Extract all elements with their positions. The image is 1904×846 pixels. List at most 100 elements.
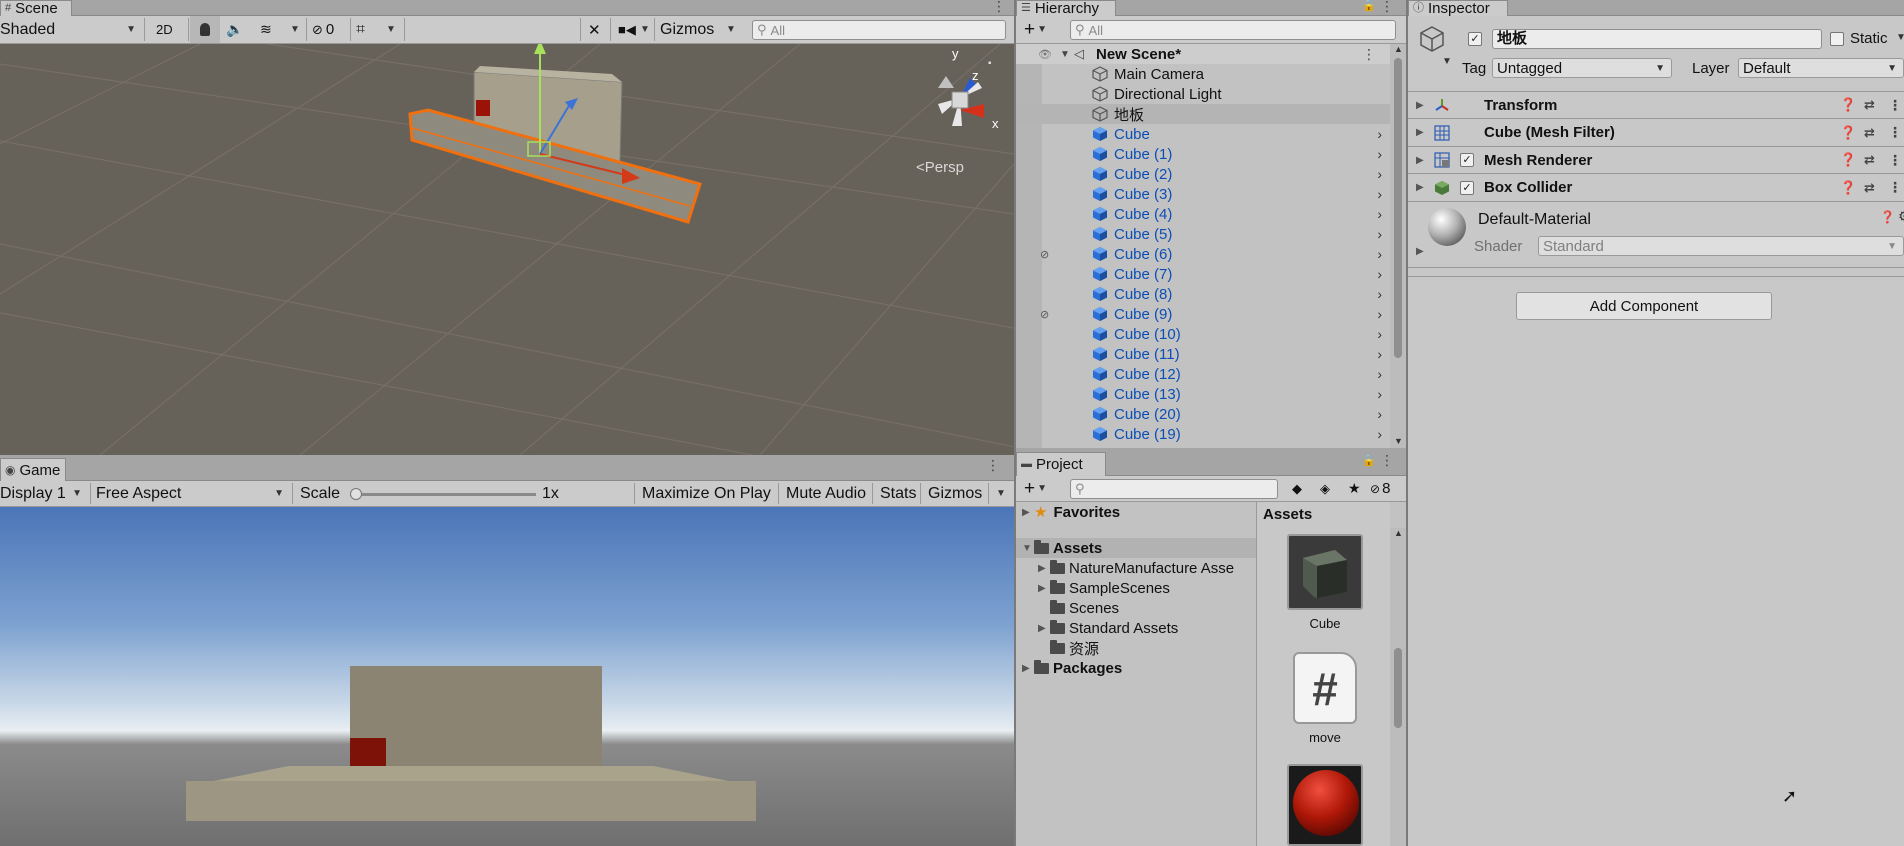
preset-sliders-icon[interactable]: ⇄	[1864, 180, 1875, 196]
hierarchy-item[interactable]: Cube (19) ›	[1016, 424, 1390, 444]
create-add-button[interactable]: + ▼	[1024, 16, 1047, 43]
prefab-open-chevron-icon[interactable]: ›	[1377, 426, 1382, 442]
hierarchy-item[interactable]: Cube (4) ›	[1016, 204, 1390, 224]
hierarchy-scroll-thumb[interactable]	[1394, 58, 1402, 358]
hierarchy-item[interactable]: ⊘ Cube (6) ›	[1016, 244, 1390, 264]
scene-search-input[interactable]: ⚲ All	[752, 20, 1006, 40]
expand-triangle-icon[interactable]: ▶	[1416, 100, 1424, 111]
prefab-open-chevron-icon[interactable]: ›	[1377, 326, 1382, 342]
component-menu-icon[interactable]: ⋮	[1888, 179, 1902, 196]
hierarchy-item[interactable]: Cube (8) ›	[1016, 284, 1390, 304]
project-menu-icon[interactable]: ⋮	[1380, 452, 1394, 469]
tab-project[interactable]: ▬ Project	[1016, 452, 1106, 476]
help-icon[interactable]: ❓	[1880, 210, 1895, 224]
camera-settings-button[interactable]: ■◀	[618, 16, 636, 43]
shading-mode-dropdown[interactable]: Shaded ▼	[0, 16, 140, 43]
scene-menu-icon[interactable]: ⋮	[1362, 46, 1376, 63]
prefab-open-chevron-icon[interactable]: ›	[1377, 286, 1382, 302]
expand-triangle-icon[interactable]: ▶	[1038, 583, 1050, 594]
prefab-open-chevron-icon[interactable]: ›	[1377, 206, 1382, 222]
tab-hierarchy[interactable]: ☰ Hierarchy	[1016, 0, 1116, 16]
hierarchy-item[interactable]: Cube (10) ›	[1016, 324, 1390, 344]
expand-triangle-icon[interactable]: ▶	[1038, 623, 1050, 634]
prefab-open-chevron-icon[interactable]: ›	[1377, 186, 1382, 202]
component-header[interactable]: ▶ Transform ❓ ⇄ ⋮	[1408, 92, 1904, 119]
project-scrollbar[interactable]: ▲	[1390, 528, 1406, 846]
scene-visibility-icon[interactable]: 👁	[1038, 48, 1052, 61]
aspect-dropdown[interactable]: Free Aspect ▼	[96, 481, 288, 506]
active-checkbox[interactable]: ✓	[1468, 32, 1482, 46]
prefab-open-chevron-icon[interactable]: ›	[1377, 226, 1382, 242]
lock-icon[interactable]: 🔒	[1362, 454, 1376, 467]
favorites-row[interactable]: ▶ ★ Favorites	[1022, 502, 1120, 522]
asset-cube[interactable]: Cube	[1287, 534, 1363, 634]
expand-triangle-icon[interactable]: ▼	[1022, 543, 1034, 554]
scene-viewport[interactable]: y z x ▪ <Persp	[0, 44, 1014, 455]
project-folder-item[interactable]: ▶ NatureManufacture Asse	[1038, 558, 1234, 578]
scene-menu-icon[interactable]: ⋮	[992, 0, 1006, 15]
lighting-toggle-button[interactable]	[190, 16, 220, 43]
component-enabled-checkbox[interactable]: ✓	[1460, 153, 1474, 167]
tab-inspector[interactable]: ⓘ Inspector	[1408, 0, 1508, 16]
icon-dropdown[interactable]: ▼	[1442, 56, 1452, 67]
hidden-eye-icon[interactable]: ⊘	[1040, 248, 1049, 261]
material-expand-icon[interactable]: ▶	[1416, 246, 1424, 257]
tab-scene[interactable]: # Scene	[0, 0, 72, 16]
component-header[interactable]: ▶ ✓ Mesh Renderer ❓ ⇄ ⋮	[1408, 147, 1904, 174]
expand-triangle-icon[interactable]: ▼	[1060, 49, 1070, 60]
display-dropdown[interactable]: Display 1 ▼	[0, 481, 86, 506]
shader-dropdown[interactable]: Standard ▼	[1538, 236, 1904, 256]
asset-material-sphere[interactable]	[1287, 764, 1363, 846]
grid-toggle-button[interactable]: ⌗	[356, 16, 365, 43]
component-menu-icon[interactable]: ⋮	[1888, 97, 1902, 114]
project-folder-item[interactable]: Scenes	[1038, 598, 1119, 618]
hierarchy-item[interactable]: Main Camera	[1016, 64, 1390, 84]
preset-sliders-icon[interactable]: ⇄	[1864, 97, 1875, 113]
expand-triangle-icon[interactable]: ▶	[1022, 663, 1034, 674]
hierarchy-item[interactable]: Cube (13) ›	[1016, 384, 1390, 404]
tools-button[interactable]: ✕	[588, 16, 601, 43]
prefab-open-chevron-icon[interactable]: ›	[1377, 406, 1382, 422]
hierarchy-scrollbar[interactable]: ▲ ▼	[1390, 44, 1406, 448]
asset-move-script[interactable]: # move	[1287, 648, 1363, 748]
hierarchy-item[interactable]: Cube ›	[1016, 124, 1390, 144]
scroll-up-icon[interactable]: ▲	[1394, 528, 1403, 538]
scene-root-row[interactable]: 👁 ▼ ◁ New Scene* ⋮	[1016, 44, 1390, 64]
favorites-filter-button[interactable]: ★	[1348, 476, 1361, 501]
hierarchy-item[interactable]: ⊘ Cube (9) ›	[1016, 304, 1390, 324]
object-name-input[interactable]: 地板	[1492, 29, 1822, 49]
project-search-input[interactable]: ⚲	[1070, 479, 1278, 499]
hierarchy-item[interactable]: Directional Light	[1016, 84, 1390, 104]
prefab-open-chevron-icon[interactable]: ›	[1377, 146, 1382, 162]
hierarchy-item[interactable]: Cube (5) ›	[1016, 224, 1390, 244]
preset-sliders-icon[interactable]: ⇄	[1864, 125, 1875, 141]
hierarchy-item[interactable]: Cube (7) ›	[1016, 264, 1390, 284]
project-folder-item[interactable]: 资源	[1038, 638, 1099, 658]
orientation-gizmo[interactable]: y z x ▪	[912, 46, 1008, 144]
add-component-button[interactable]: Add Component	[1516, 292, 1772, 320]
audio-toggle-button[interactable]: 🔈	[226, 16, 243, 43]
expand-triangle-icon[interactable]: ▶	[1022, 507, 1034, 518]
expand-triangle-icon[interactable]: ▶	[1416, 155, 1424, 166]
project-add-button[interactable]: + ▼	[1024, 476, 1047, 501]
component-enabled-checkbox[interactable]: ✓	[1460, 180, 1474, 195]
component-menu-icon[interactable]: ⋮	[1888, 152, 1902, 169]
component-menu-icon[interactable]: ⋮	[1888, 124, 1902, 141]
hierarchy-item[interactable]: 地板	[1016, 104, 1390, 124]
grid-dropdown[interactable]: ▼	[386, 16, 396, 43]
help-icon[interactable]: ❓	[1840, 180, 1856, 196]
component-header[interactable]: ▶ ✓ Box Collider ❓ ⇄ ⋮	[1408, 174, 1904, 202]
lock-icon[interactable]: 🔒	[1362, 0, 1376, 12]
prefab-open-chevron-icon[interactable]: ›	[1377, 306, 1382, 322]
maximize-on-play-button[interactable]: Maximize On Play	[642, 481, 771, 506]
effects-toggle-button[interactable]: ≋	[260, 16, 272, 43]
tab-game[interactable]: ◉ Game	[0, 458, 66, 481]
hierarchy-item[interactable]: Cube (1) ›	[1016, 144, 1390, 164]
expand-triangle-icon[interactable]: ▶	[1416, 182, 1424, 193]
hierarchy-item[interactable]: Cube (12) ›	[1016, 364, 1390, 384]
prefab-open-chevron-icon[interactable]: ›	[1377, 246, 1382, 262]
help-icon[interactable]: ❓	[1840, 125, 1856, 141]
game-gizmos-button[interactable]: Gizmos	[928, 481, 982, 506]
hierarchy-item[interactable]: Cube (11) ›	[1016, 344, 1390, 364]
help-icon[interactable]: ❓	[1840, 152, 1856, 168]
